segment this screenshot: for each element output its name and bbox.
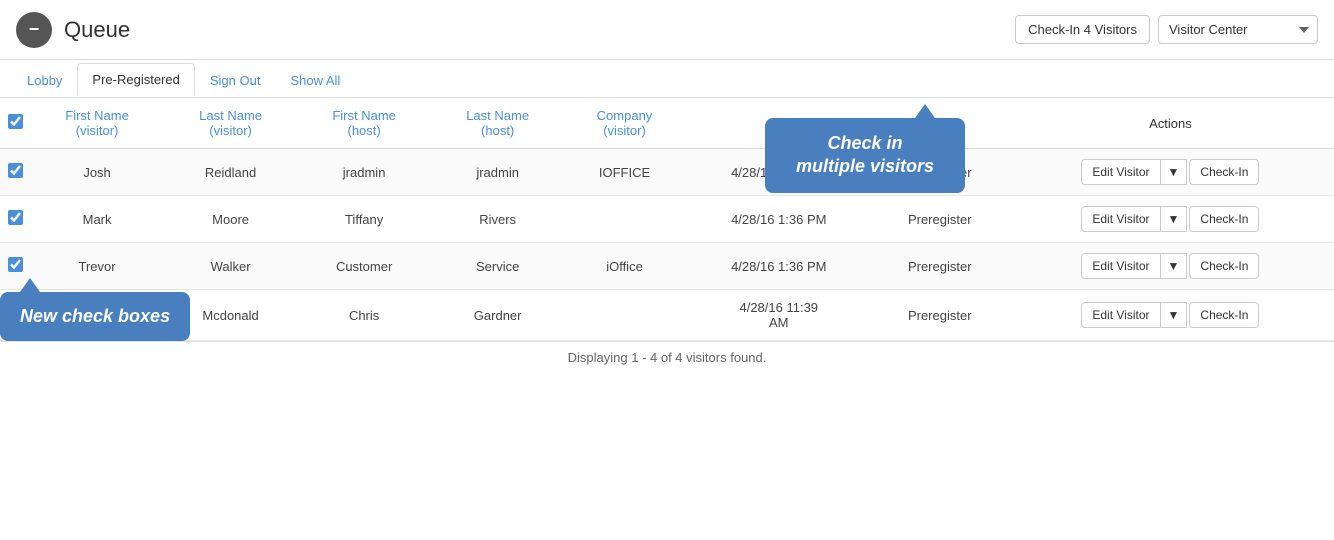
visitors-table: First Name(visitor) Last Name(visitor) F… bbox=[0, 98, 1334, 341]
table-container: Check in multiple visitors First Name(vi… bbox=[0, 98, 1334, 341]
checkin-action-btn-3[interactable]: Check-In bbox=[1189, 253, 1259, 279]
cell-actions-3: Edit Visitor ▼ Check-In bbox=[1007, 243, 1334, 290]
cell-actions-2: Edit Visitor ▼ Check-In bbox=[1007, 196, 1334, 243]
row-checkbox-3[interactable] bbox=[8, 257, 23, 272]
edit-visitor-btn-3[interactable]: Edit Visitor bbox=[1081, 253, 1160, 279]
cell-last-visitor-2: Moore bbox=[164, 196, 297, 243]
app-header: − Queue Check-In 4 Visitors Visitor Cent… bbox=[0, 0, 1334, 60]
cell-status-3: Preregister bbox=[873, 243, 1007, 290]
callout-checkboxes-bubble: New check boxes bbox=[0, 292, 190, 341]
checkin-visitors-button[interactable]: Check-In 4 Visitors bbox=[1015, 15, 1150, 44]
cell-status-2: Preregister bbox=[873, 196, 1007, 243]
row-checkbox-cell bbox=[0, 149, 30, 196]
tab-signout[interactable]: Sign Out bbox=[195, 64, 276, 96]
cell-datetime-2: 4/28/16 1:36 PM bbox=[685, 196, 873, 243]
checkin-action-btn-1[interactable]: Check-In bbox=[1189, 159, 1259, 185]
cell-last-visitor-3: Walker bbox=[164, 243, 297, 290]
edit-visitor-btn-1[interactable]: Edit Visitor bbox=[1081, 159, 1160, 185]
action-group-3: Edit Visitor ▼ Check-In bbox=[1015, 253, 1326, 279]
page-wrapper: − Queue Check-In 4 Visitors Visitor Cent… bbox=[0, 0, 1334, 373]
tab-showall[interactable]: Show All bbox=[275, 64, 355, 96]
col-company: Company(visitor) bbox=[564, 98, 685, 149]
cell-actions-4: Edit Visitor ▼ Check-In bbox=[1007, 290, 1334, 341]
col-actions: Actions bbox=[1007, 98, 1334, 149]
footer-text: Displaying 1 - 4 of 4 visitors found. bbox=[0, 341, 1334, 373]
cell-last-host-1: jradmin bbox=[431, 149, 564, 196]
cell-first-visitor-1: Josh bbox=[30, 149, 164, 196]
table-row: Mark Moore Tiffany Rivers 4/28/16 1:36 P… bbox=[0, 196, 1334, 243]
cell-datetime-4: 4/28/16 11:39AM bbox=[685, 290, 873, 341]
cell-company-4 bbox=[564, 290, 685, 341]
cell-last-host-2: Rivers bbox=[431, 196, 564, 243]
header-right: Check-In 4 Visitors Visitor Center bbox=[1015, 15, 1318, 44]
cell-first-visitor-2: Mark bbox=[30, 196, 164, 243]
cell-company-2 bbox=[564, 196, 685, 243]
row-checkbox-2[interactable] bbox=[8, 210, 23, 225]
table-row: Trevor Walker Customer Service iOffice 4… bbox=[0, 243, 1334, 290]
cell-first-host-3: Customer bbox=[297, 243, 431, 290]
cell-status-4: Preregister bbox=[873, 290, 1007, 341]
cell-first-host-1: jradmin bbox=[297, 149, 431, 196]
edit-dropdown-btn-1[interactable]: ▼ bbox=[1161, 159, 1188, 185]
minus-icon: − bbox=[29, 19, 40, 40]
action-group-4: Edit Visitor ▼ Check-In bbox=[1015, 302, 1326, 328]
checkin-action-btn-2[interactable]: Check-In bbox=[1189, 206, 1259, 232]
app-title: Queue bbox=[64, 17, 130, 43]
action-group-2: Edit Visitor ▼ Check-In bbox=[1015, 206, 1326, 232]
tab-lobby[interactable]: Lobby bbox=[12, 64, 77, 96]
col-last-visitor: Last Name(visitor) bbox=[164, 98, 297, 149]
cell-first-host-2: Tiffany bbox=[297, 196, 431, 243]
edit-dropdown-btn-2[interactable]: ▼ bbox=[1161, 206, 1188, 232]
cell-last-host-3: Service bbox=[431, 243, 564, 290]
cell-first-visitor-3: Trevor bbox=[30, 243, 164, 290]
col-first-visitor: First Name(visitor) bbox=[30, 98, 164, 149]
edit-visitor-btn-4[interactable]: Edit Visitor bbox=[1081, 302, 1160, 328]
action-group-1: Edit Visitor ▼ Check-In bbox=[1015, 159, 1326, 185]
select-all-checkbox[interactable] bbox=[8, 114, 23, 129]
row-checkbox-1[interactable] bbox=[8, 163, 23, 178]
checkbox-header bbox=[0, 98, 30, 149]
col-first-host: First Name(host) bbox=[297, 98, 431, 149]
table-row: Josh Reidland jradmin jradmin IOFFICE 4/… bbox=[0, 149, 1334, 196]
checkin-action-btn-4[interactable]: Check-In bbox=[1189, 302, 1259, 328]
cell-datetime-3: 4/28/16 1:36 PM bbox=[685, 243, 873, 290]
app-icon: − bbox=[16, 12, 52, 48]
header-left: − Queue bbox=[16, 12, 130, 48]
cell-company-1: IOFFICE bbox=[564, 149, 685, 196]
edit-dropdown-btn-4[interactable]: ▼ bbox=[1161, 302, 1188, 328]
col-last-host: Last Name(host) bbox=[431, 98, 564, 149]
callout-checkin-bubble: Check in multiple visitors bbox=[765, 118, 965, 193]
cell-first-host-4: Chris bbox=[297, 290, 431, 341]
table-row: Jim Mcdonald Chris Gardner 4/28/16 11:39… bbox=[0, 290, 1334, 341]
tab-preregistered[interactable]: Pre-Registered bbox=[77, 63, 194, 96]
visitor-center-select[interactable]: Visitor Center bbox=[1158, 15, 1318, 44]
row-checkbox-cell bbox=[0, 196, 30, 243]
edit-dropdown-btn-3[interactable]: ▼ bbox=[1161, 253, 1188, 279]
cell-last-host-4: Gardner bbox=[431, 290, 564, 341]
edit-visitor-btn-2[interactable]: Edit Visitor bbox=[1081, 206, 1160, 232]
cell-actions-1: Edit Visitor ▼ Check-In bbox=[1007, 149, 1334, 196]
tab-bar: Lobby Pre-Registered Sign Out Show All bbox=[0, 60, 1334, 98]
cell-last-visitor-1: Reidland bbox=[164, 149, 297, 196]
cell-company-3: iOffice bbox=[564, 243, 685, 290]
